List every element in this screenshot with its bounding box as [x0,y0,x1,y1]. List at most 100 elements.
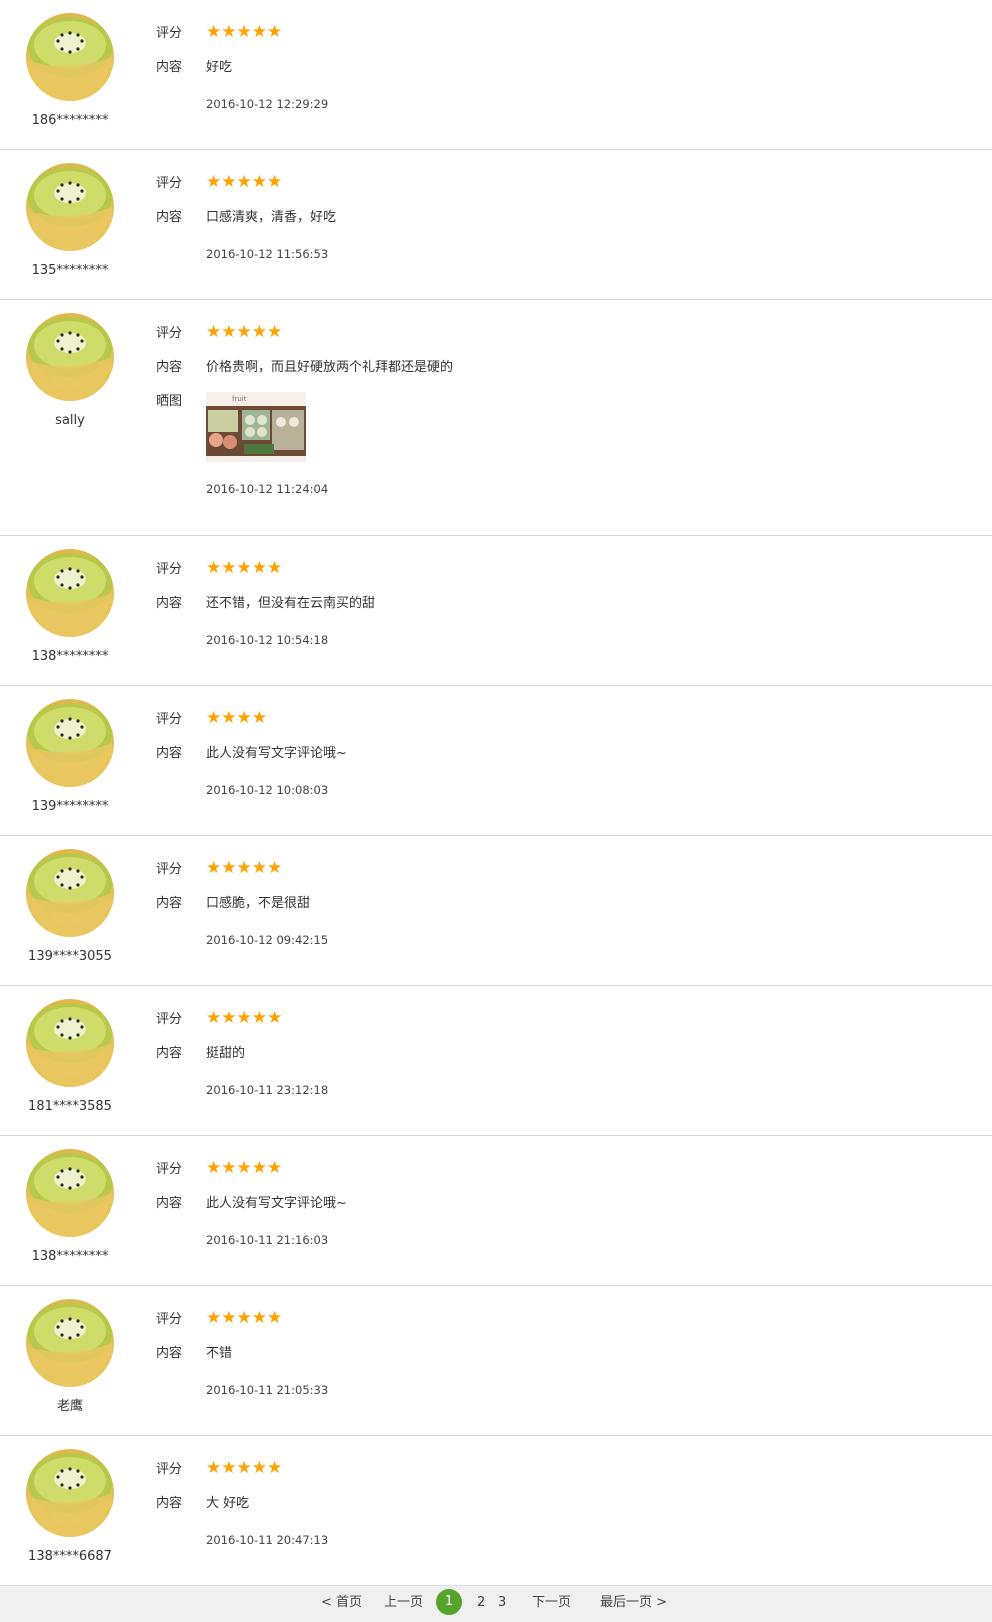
kiwi-fruit-icon [28,1303,112,1387]
star-icon: ★ [236,858,252,878]
star-icon: ★ [236,22,252,42]
star-icon: ★ [236,172,252,192]
star-rating: ★★★★★ [206,558,282,578]
review-content: 挺甜的 [206,1046,246,1061]
star-icon: ★ [236,708,252,728]
content-label: 内容 [156,1196,183,1211]
star-icon: ★ [251,558,267,578]
review-item: 老鹰 评分 ★★★★★ 内容 不错 2016-10-11 21:05:33 [0,1286,992,1436]
username: 139******** [31,799,109,814]
content-label: 内容 [156,1046,183,1061]
rating-label: 评分 [156,26,183,41]
star-icon: ★ [267,322,283,342]
rating-label: 评分 [156,862,183,877]
rating-label: 评分 [156,562,183,577]
star-icon: ★ [251,1308,267,1328]
next-page-link[interactable]: 下一页 [532,1595,571,1611]
review-content: 不错 [206,1346,233,1361]
star-icon: ★ [251,1458,267,1478]
page-1-current[interactable]: 1 [436,1589,462,1615]
star-icon: ★ [251,22,267,42]
rating-label: 评分 [156,1462,183,1477]
star-rating: ★★★★★ [206,1458,283,1478]
star-rating: ★★★★★ [206,1308,282,1328]
last-page-link[interactable]: 最后一页 > [600,1595,667,1611]
kiwi-fruit-icon [28,703,112,787]
star-rating: ★★★★★ [206,172,283,192]
content-label: 内容 [156,60,183,75]
star-icon: ★ [267,1458,283,1478]
star-icon: ★ [206,172,222,192]
review-item: 138******** 评分 ★★★★★ 内容 此人没有写文字评论哦~ 2016-10-1… [0,1136,992,1286]
star-icon: ★ [206,22,222,42]
star-icon: ★ [236,1308,252,1328]
star-icon: ★ [206,1308,222,1328]
review-content: 此人没有写文字评论哦~ [206,746,347,761]
star-icon: ★ [221,22,237,42]
star-icon: ★ [267,1008,283,1028]
star-icon: ★ [236,1158,252,1178]
review-time: 2016-10-11 20:47:13 [206,1533,329,1547]
user-avatar [26,999,114,1087]
pagination: < 首页 上一页 1 2 3 下一页 最后一页 > [0,1585,992,1622]
rating-label: 评分 [156,326,183,341]
review-item: 186******** 评分 ★★★★★ 内容 好吃 2016-10-12 12:29:2… [0,0,992,150]
kiwi-fruit-icon [28,553,112,637]
star-icon: ★ [267,858,283,878]
username: 138******** [31,649,109,664]
star-rating: ★★★★ [206,708,267,728]
star-icon: ★ [251,1008,267,1028]
star-icon: ★ [206,1458,222,1478]
username: 181****3585 [28,1099,112,1114]
review-content: 此人没有写文字评论哦~ [206,1196,347,1211]
review-time: 2016-10-11 21:16:03 [206,1233,329,1247]
star-icon: ★ [251,172,267,192]
username: 135******** [31,263,109,278]
kiwi-fruit-icon [28,1003,112,1087]
user-avatar [26,1149,114,1237]
review-photo[interactable]: fruit [206,392,306,462]
star-icon: ★ [236,558,252,578]
review-item: 181****3585 评分 ★★★★★ 内容 挺甜的 2016-10-11 23:12:… [0,986,992,1136]
page-2-link[interactable]: 2 [477,1595,485,1611]
star-rating: ★★★★★ [206,22,282,42]
star-icon: ★ [221,1008,237,1028]
username: 138****6687 [28,1549,112,1564]
review-time: 2016-10-11 23:12:18 [206,1083,329,1097]
star-icon: ★ [251,322,267,342]
star-icon: ★ [221,1158,237,1178]
star-rating: ★★★★★ [206,1008,283,1028]
user-avatar [26,313,114,401]
prev-page-link[interactable]: 上一页 [384,1595,423,1611]
review-time: 2016-10-12 09:42:15 [206,933,329,947]
user-avatar [26,699,114,787]
user-avatar [26,1299,114,1387]
content-label: 内容 [156,1346,183,1361]
star-icon: ★ [221,558,237,578]
star-rating: ★★★★★ [206,1158,282,1178]
star-icon: ★ [221,172,237,192]
kiwi-fruit-icon [28,17,112,101]
page-3-link[interactable]: 3 [498,1595,506,1611]
content-label: 内容 [156,1496,183,1511]
review-time: 2016-10-12 11:56:53 [206,247,329,261]
content-label: 内容 [156,360,183,375]
star-icon: ★ [267,172,283,192]
content-label: 内容 [156,896,183,911]
rating-label: 评分 [156,1012,183,1027]
star-icon: ★ [206,708,222,728]
star-icon: ★ [221,1308,237,1328]
review-item: 139******** 评分 ★★★★ 内容 此人没有写文字评论哦~ 2016-10-12… [0,686,992,836]
photo-caption: fruit [232,395,247,403]
content-label: 内容 [156,746,183,761]
user-avatar [26,1449,114,1537]
review-time: 2016-10-12 10:54:18 [206,633,329,647]
user-avatar [26,13,114,101]
star-icon: ★ [221,1458,237,1478]
review-time: 2016-10-12 10:08:03 [206,783,329,797]
rating-label: 评分 [156,1162,183,1177]
kiwi-fruit-icon [28,167,112,251]
username: 186******** [31,113,109,128]
review-content: 口感清爽，清香，好吃 [206,210,337,225]
first-page-link[interactable]: < 首页 [321,1595,362,1611]
